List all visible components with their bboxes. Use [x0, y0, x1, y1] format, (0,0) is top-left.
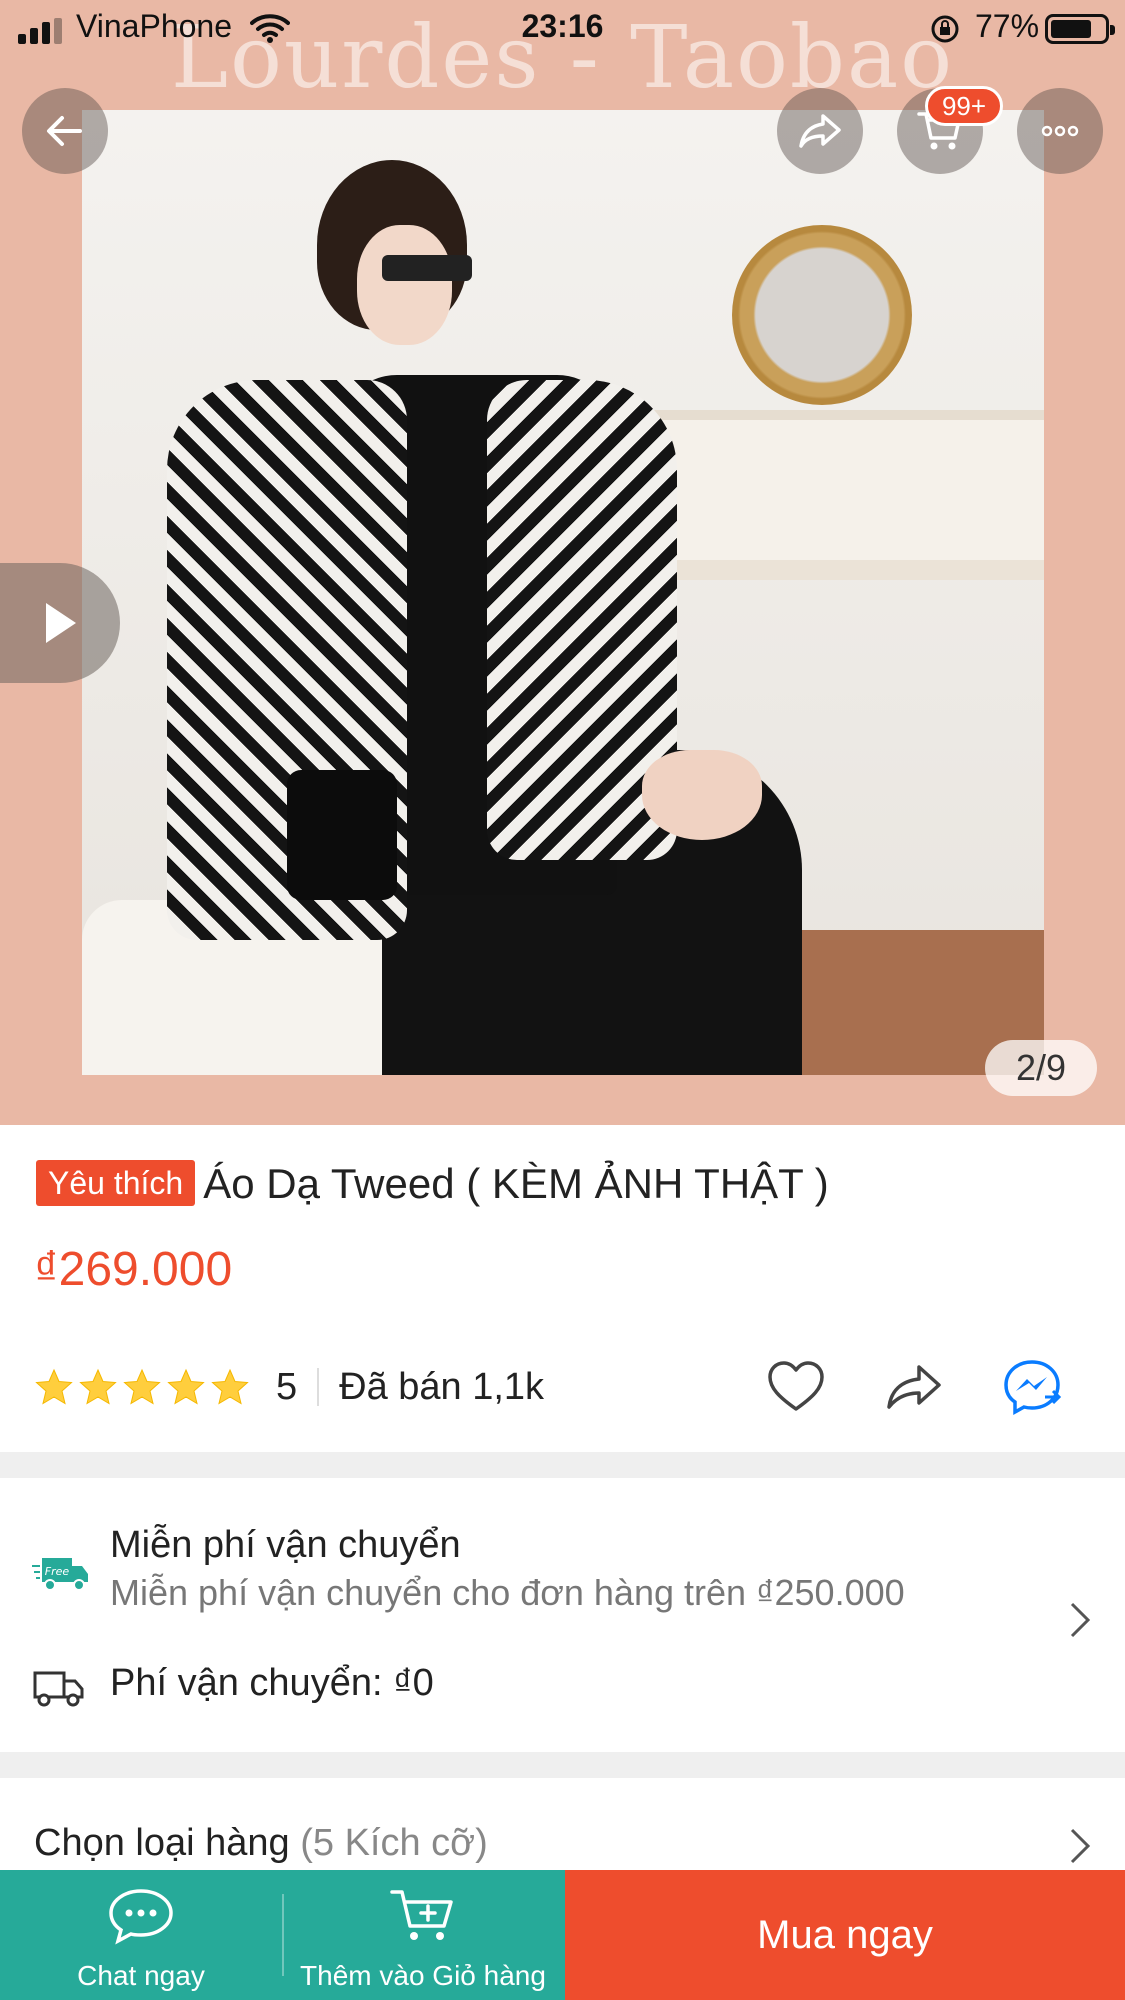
arrow-left-icon — [47, 116, 82, 146]
buy-now-button[interactable]: Mua ngay — [565, 1870, 1125, 2000]
divider — [317, 1368, 320, 1406]
battery-percent: 77% — [975, 8, 1040, 44]
shipping-subtitle: Miễn phí vận chuyển cho đơn hàng trên ₫2… — [110, 1572, 905, 1613]
more-options-button[interactable] — [1017, 88, 1103, 174]
variant-count: (5 Kích cỡ) — [300, 1822, 488, 1864]
status-bar: VinaPhone 23:16 77% — [0, 0, 1125, 58]
heart-icon — [768, 1361, 824, 1411]
chevron-right-icon — [1070, 1602, 1091, 1638]
chevron-right-icon — [1070, 1828, 1091, 1864]
add-to-cart-label: Thêm vào Giỏ hàng — [300, 1960, 546, 1991]
play-video-button[interactable] — [0, 563, 120, 683]
star-icon — [79, 1368, 117, 1405]
product-title-text: Áo Dạ Tweed ( KÈM ẢNH THẬT ) — [203, 1160, 829, 1207]
rating-stars — [34, 1367, 250, 1407]
chat-bubble-icon — [109, 1889, 173, 1945]
section-separator — [0, 1452, 1125, 1478]
product-photo[interactable] — [82, 110, 1044, 1075]
sold-count: Đã bán 1,1k — [339, 1365, 545, 1408]
share-button[interactable] — [777, 88, 863, 174]
free-icon-text: Free — [45, 1565, 70, 1578]
star-icon — [167, 1368, 205, 1405]
rotation-lock-icon — [931, 15, 959, 43]
cart-count-badge: 99+ — [925, 86, 1003, 126]
back-button[interactable] — [22, 88, 108, 174]
add-to-cart-button[interactable]: Thêm vào Giỏ hàng — [282, 1870, 564, 2000]
battery-icon — [1045, 14, 1115, 44]
variant-label-text: Chọn loại hàng — [34, 1822, 290, 1864]
chat-now-label: Chat ngay — [77, 1960, 205, 1991]
more-dots-icon — [1041, 125, 1079, 137]
star-icon — [123, 1368, 161, 1405]
star-icon — [35, 1368, 73, 1405]
shipping-title: Miễn phí vận chuyển — [110, 1524, 461, 1566]
product-image-gallery[interactable]: Lourdes - Taobao 99+ 2/9 — [0, 0, 1125, 1125]
bottom-action-bar: Chat ngay Thêm vào Giỏ hàng Mua ngay — [0, 1870, 1125, 2000]
variant-label: Chọn loại hàng (5 Kích cỡ) — [34, 1822, 488, 1865]
free-shipping-icon: Free — [32, 1558, 88, 1591]
favorite-badge: Yêu thích — [36, 1160, 196, 1206]
add-cart-icon — [390, 1890, 453, 1940]
product-actions — [765, 1357, 1063, 1422]
product-price: ₫269.000 — [34, 1243, 233, 1296]
divider — [282, 1894, 284, 1976]
section-separator — [0, 1752, 1125, 1778]
rating-value: 5 — [276, 1365, 298, 1408]
chat-now-button[interactable]: Chat ngay — [0, 1870, 282, 2000]
shipping-section[interactable]: Free Miễn phí vận chuyển Miễn phí vận ch… — [0, 1480, 1125, 1750]
share-icon — [887, 1365, 941, 1409]
truck-icon — [33, 1671, 84, 1707]
image-counter: 2/9 — [985, 1040, 1097, 1096]
product-title: Yêu thích Áo Dạ Tweed ( KÈM ẢNH THẬT ) — [36, 1158, 1096, 1210]
star-icon — [211, 1368, 249, 1405]
messenger-share-button[interactable] — [1001, 1357, 1063, 1422]
play-icon — [46, 603, 76, 643]
bottom-left-group: Chat ngay Thêm vào Giỏ hàng — [0, 1870, 565, 2000]
shipping-fee: Phí vận chuyển: ₫0 — [110, 1662, 434, 1704]
like-button[interactable] — [765, 1357, 827, 1422]
share-product-button[interactable] — [883, 1357, 945, 1422]
buy-now-label: Mua ngay — [757, 1912, 933, 1957]
rating-row[interactable]: 5 Đã bán 1,1k — [34, 1357, 544, 1417]
share-icon — [799, 114, 841, 148]
messenger-icon — [1004, 1360, 1062, 1415]
